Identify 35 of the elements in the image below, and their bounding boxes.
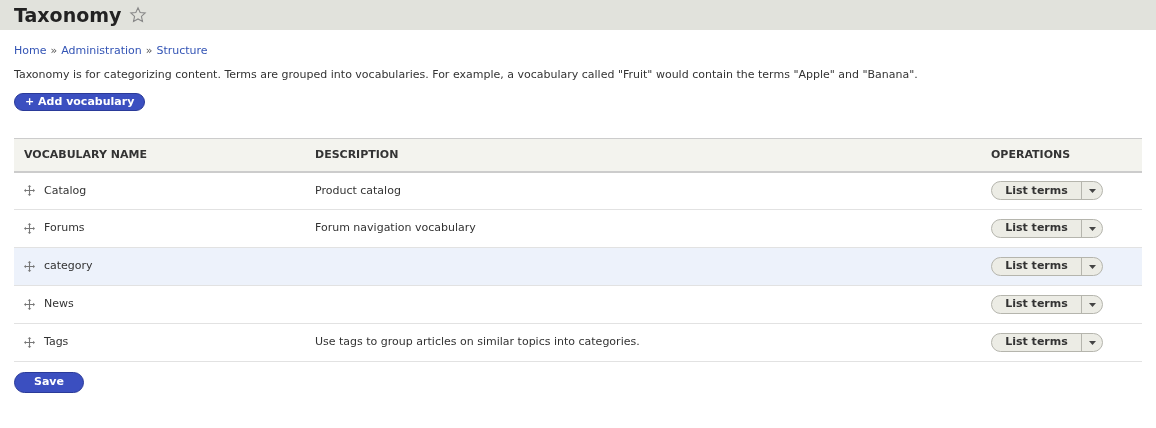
- drag-handle-icon[interactable]: [24, 223, 35, 234]
- vocabulary-name: Forums: [44, 220, 85, 237]
- vocabulary-description: Use tags to group articles on similar topics into categories.: [315, 335, 640, 349]
- caret-icon: [1088, 264, 1096, 269]
- column-header: VOCABULARY NAME: [14, 138, 305, 172]
- column-header: DESCRIPTION: [305, 138, 981, 172]
- table-row[interactable]: Catalog Product catalog List terms: [14, 171, 1142, 210]
- vocabulary-name: Tags: [44, 334, 69, 351]
- table-row[interactable]: News List terms: [14, 285, 1142, 324]
- drag-handle-icon[interactable]: [24, 299, 35, 310]
- add-vocabulary-button[interactable]: + Add vocabulary: [14, 93, 146, 111]
- breadcrumb-separator: »: [50, 43, 58, 59]
- breadcrumb-separator: »: [145, 43, 153, 59]
- vocabulary-name: Catalog: [44, 182, 87, 199]
- vocabulary-description: Forum navigation vocabulary: [315, 221, 476, 235]
- vocabulary-name: News: [44, 296, 74, 313]
- save-button[interactable]: Save: [14, 372, 84, 393]
- drag-handle-icon[interactable]: [24, 185, 35, 197]
- breadcrumb-link[interactable]: Structure: [156, 43, 208, 60]
- caret-icon: [1088, 226, 1096, 231]
- vocabulary-name: category: [44, 258, 93, 275]
- caret-icon: [1088, 340, 1096, 345]
- column-header: OPERATIONS: [981, 138, 1142, 172]
- page-title: Taxonomy: [14, 2, 122, 28]
- table-row[interactable]: Tags Use tags to group articles on similar topics into categories. List terms: [14, 323, 1142, 362]
- drag-handle-icon[interactable]: [24, 261, 35, 272]
- caret-icon: [1088, 302, 1096, 307]
- breadcrumb-link[interactable]: Home: [14, 43, 47, 60]
- vocabulary-description: Product catalog: [315, 183, 401, 197]
- drag-handle-icon[interactable]: [24, 337, 35, 348]
- star-icon[interactable]: [129, 6, 148, 24]
- table-row[interactable]: Forums Forum navigation vocabulary List terms: [14, 209, 1142, 248]
- caret-icon: [1088, 188, 1096, 193]
- breadcrumb-link[interactable]: Administration: [61, 43, 142, 60]
- description-text: Taxonomy is for categorizing content. Terms are grouped into vocabularies. For example, a vocabulary called "Fruit" would contain the terms "Apple" and "Banana".: [14, 66, 919, 83]
